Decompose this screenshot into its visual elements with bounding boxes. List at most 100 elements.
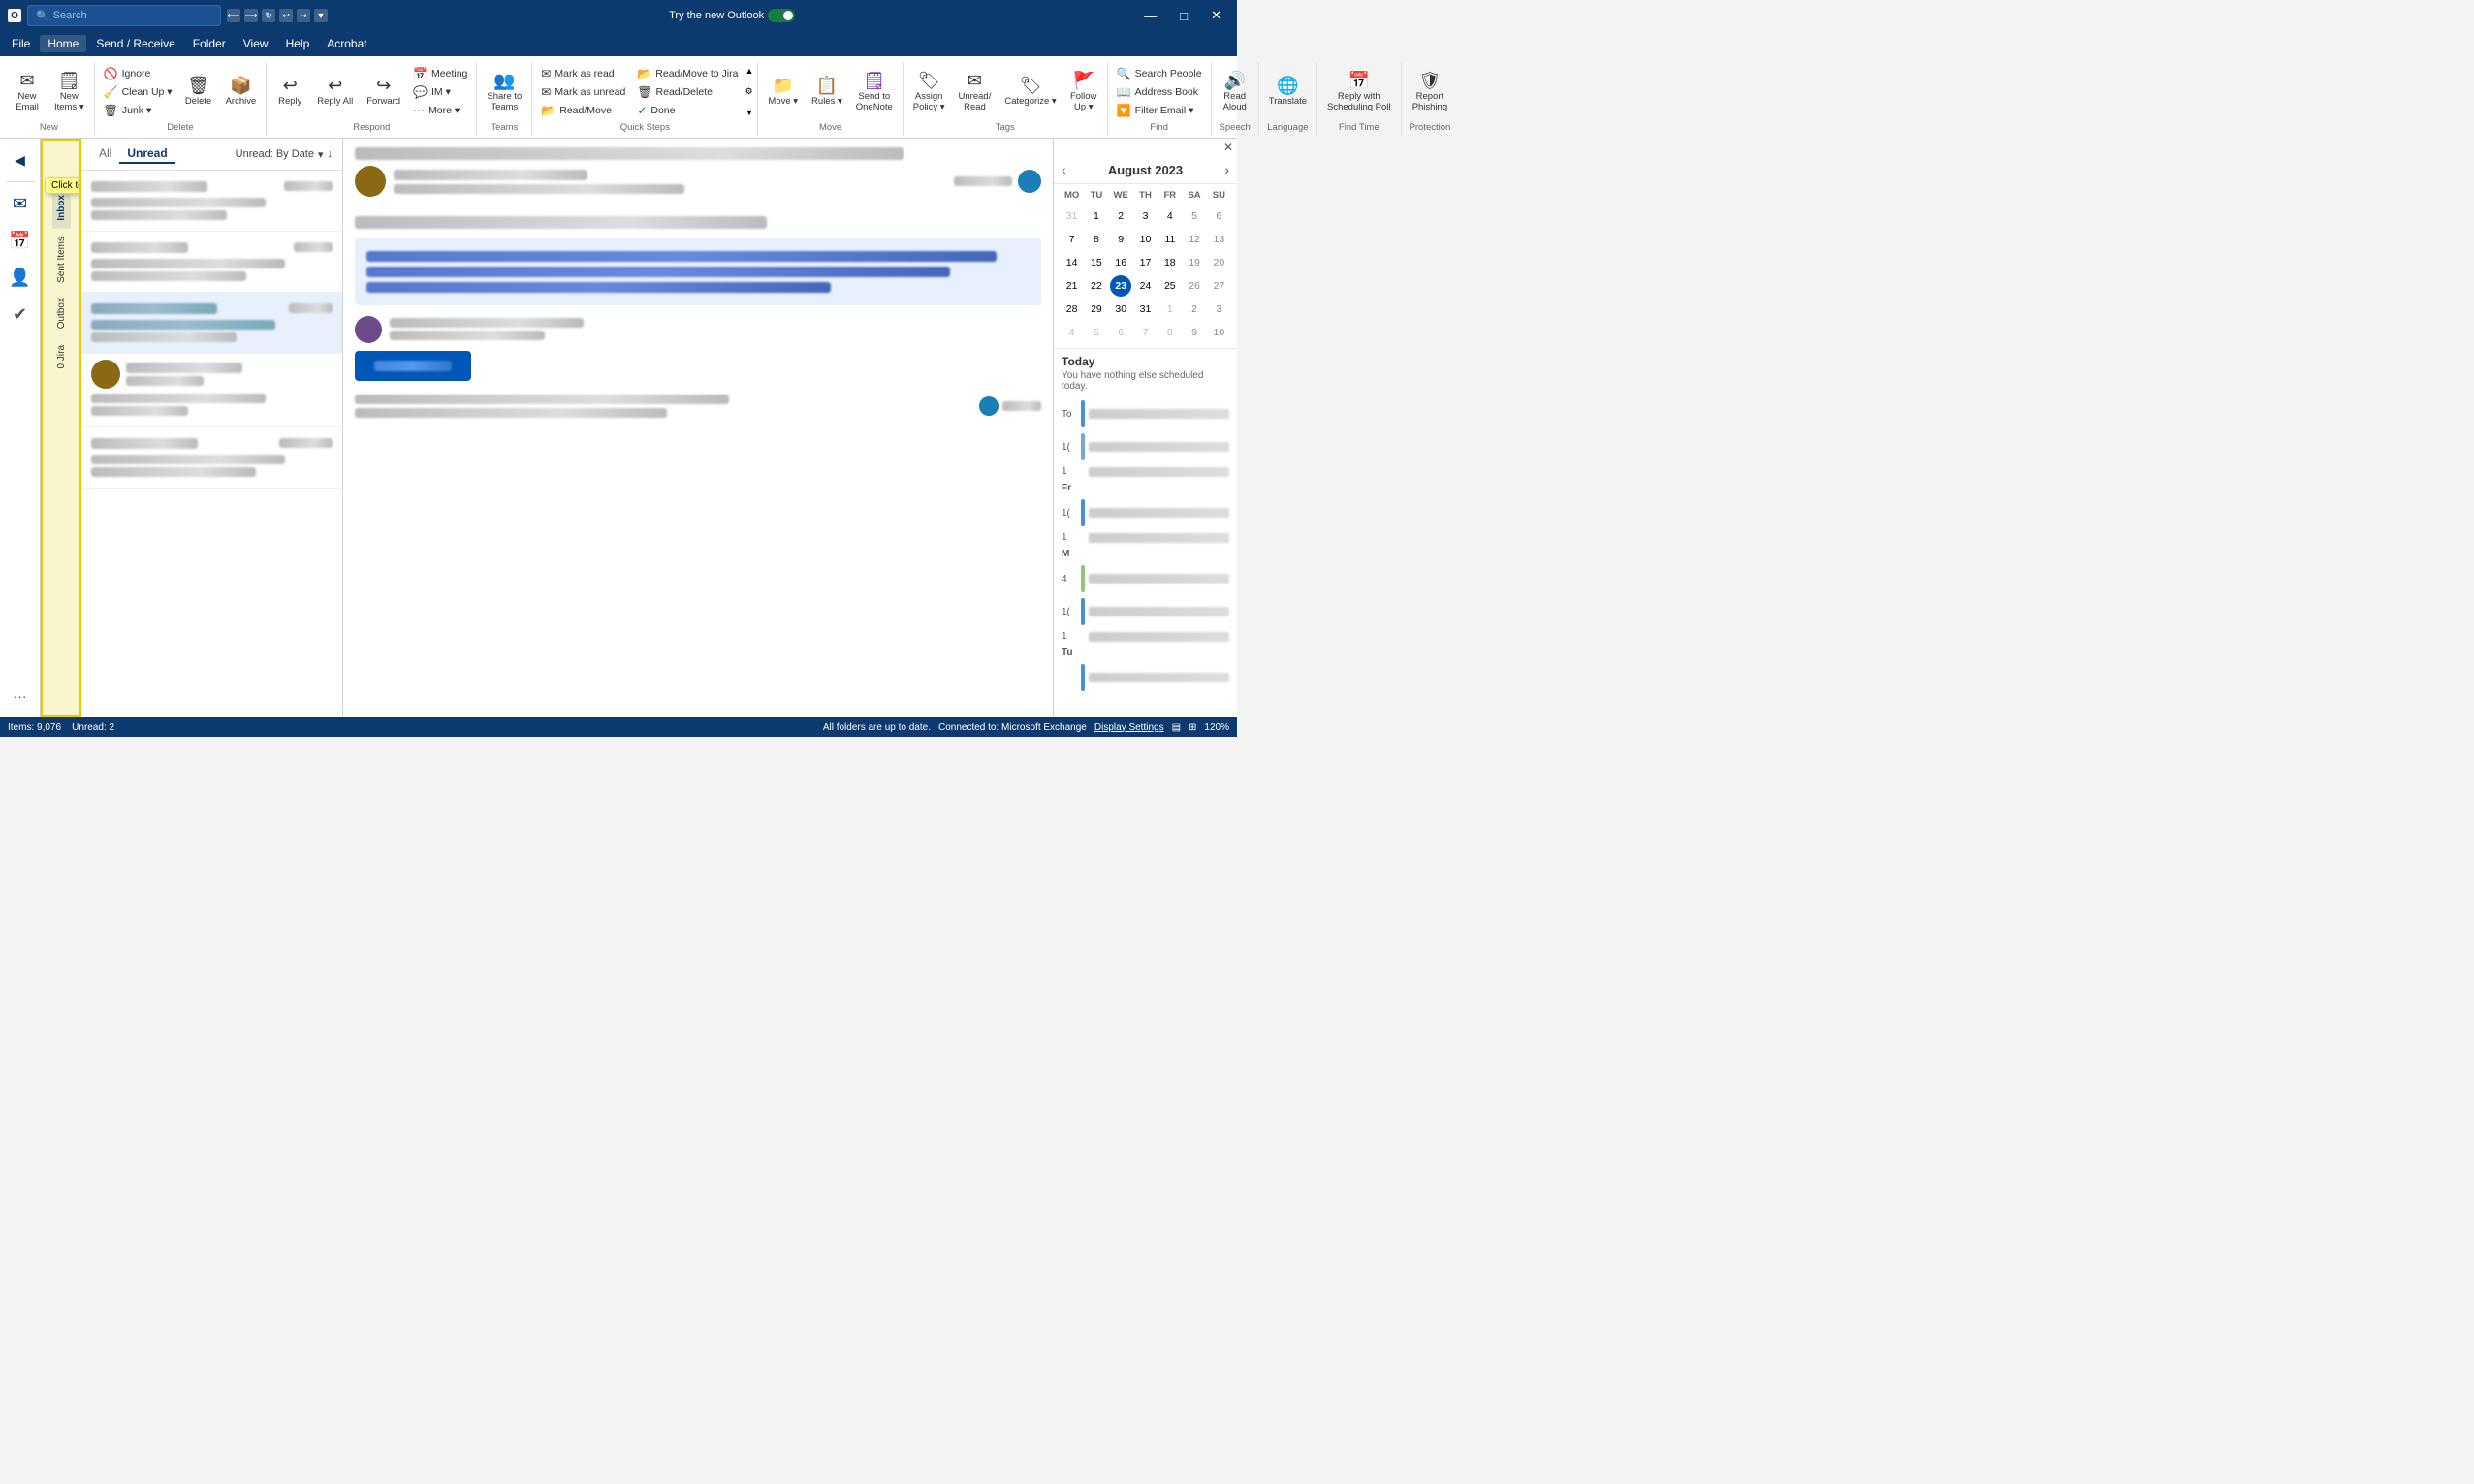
folder-sent-items[interactable]: Sent Items bbox=[52, 229, 71, 291]
cal-day-10[interactable]: 10 bbox=[1134, 229, 1156, 250]
reply-button[interactable]: ↩ Reply bbox=[270, 73, 309, 111]
email-item-2[interactable] bbox=[81, 232, 342, 293]
cal-day-2[interactable]: 2 bbox=[1110, 205, 1131, 227]
folder-outbox[interactable]: Outbox bbox=[52, 290, 71, 336]
cal-day-20[interactable]: 20 bbox=[1208, 252, 1229, 273]
forward-icon[interactable]: ⟶ bbox=[244, 9, 258, 22]
cal-day-16[interactable]: 16 bbox=[1110, 252, 1131, 273]
view-icon-1[interactable]: ▤ bbox=[1172, 722, 1181, 733]
cal-day-22[interactable]: 22 bbox=[1086, 275, 1107, 297]
translate-button[interactable]: 🌐 Translate bbox=[1263, 73, 1313, 111]
read-delete-button[interactable]: 🗑 Read/Delete bbox=[632, 83, 743, 101]
ignore-button[interactable]: 🚫 Ignore bbox=[99, 65, 177, 82]
send-to-onenote-button[interactable]: 🗒 Send toOneNote bbox=[850, 68, 899, 116]
close-button[interactable]: ✕ bbox=[1203, 8, 1229, 23]
cal-day-31[interactable]: 31 bbox=[1134, 299, 1156, 320]
scheduling-poll-button[interactable]: 📅 Reply withScheduling Poll bbox=[1321, 68, 1397, 116]
cal-day-2-next[interactable]: 2 bbox=[1184, 299, 1205, 320]
filter-email-button[interactable]: 🔽 Filter Email ▾ bbox=[1112, 102, 1207, 119]
read-move-button[interactable]: 📂 Read/Move bbox=[536, 102, 630, 119]
unread-read-button[interactable]: ✉ Unread/Read bbox=[953, 68, 998, 116]
view-icon-2[interactable]: ⊞ bbox=[1189, 722, 1196, 733]
more-respond-button[interactable]: ⋯ More ▾ bbox=[408, 102, 472, 119]
assign-policy-button[interactable]: 🏷 AssignPolicy ▾ bbox=[907, 68, 951, 116]
nav-settings-icon[interactable]: ◀ bbox=[3, 142, 38, 177]
junk-button[interactable]: 🗑 Junk ▾ bbox=[99, 102, 177, 119]
email-item-1[interactable] bbox=[81, 171, 342, 232]
address-book-button[interactable]: 📖 Address Book bbox=[1112, 83, 1207, 101]
follow-up-button[interactable]: 🚩 FollowUp ▾ bbox=[1064, 68, 1103, 116]
cal-day-3[interactable]: 3 bbox=[1134, 205, 1156, 227]
clean-up-button[interactable]: 🧹 Clean Up ▾ bbox=[99, 83, 177, 101]
read-move-jira-button[interactable]: 📂 Read/Move to Jira bbox=[632, 65, 743, 82]
cal-day-24[interactable]: 24 bbox=[1134, 275, 1156, 297]
menu-home[interactable]: Home bbox=[40, 35, 86, 52]
undo-icon[interactable]: ↩ bbox=[279, 9, 293, 22]
cal-day-1-next[interactable]: 1 bbox=[1159, 299, 1181, 320]
archive-button[interactable]: 📦 Archive bbox=[220, 73, 263, 111]
nav-people-icon[interactable]: 👤 bbox=[3, 260, 38, 295]
more-icon[interactable]: ▼ bbox=[314, 9, 328, 22]
calendar-close-icon[interactable]: ✕ bbox=[1223, 141, 1233, 154]
menu-help[interactable]: Help bbox=[278, 35, 318, 52]
cal-day-4-next[interactable]: 4 bbox=[1062, 322, 1083, 343]
meeting-button[interactable]: 📅 Meeting bbox=[408, 65, 472, 82]
cal-day-4[interactable]: 4 bbox=[1159, 205, 1181, 227]
done-button[interactable]: ✓ Done bbox=[632, 102, 743, 119]
cal-prev-button[interactable]: ‹ bbox=[1062, 162, 1066, 177]
report-phishing-button[interactable]: 🛡 ReportPhishing bbox=[1407, 68, 1453, 116]
nav-calendar-icon[interactable]: 📅 bbox=[3, 223, 38, 258]
cal-day-11[interactable]: 11 bbox=[1159, 229, 1181, 250]
cal-next-button[interactable]: › bbox=[1224, 162, 1229, 177]
cal-day-13[interactable]: 13 bbox=[1208, 229, 1229, 250]
email-item-3[interactable] bbox=[81, 293, 342, 354]
reply-all-button[interactable]: ↩ Reply All bbox=[311, 73, 359, 111]
menu-file[interactable]: File bbox=[4, 35, 38, 52]
email-item-4[interactable] bbox=[81, 354, 342, 427]
minimize-button[interactable]: — bbox=[1136, 9, 1164, 23]
redo-icon[interactable]: ↪ bbox=[297, 9, 310, 22]
menu-folder[interactable]: Folder bbox=[185, 35, 234, 52]
email-cta-button[interactable] bbox=[355, 351, 471, 381]
cal-day-8[interactable]: 8 bbox=[1086, 229, 1107, 250]
outlook-toggle[interactable] bbox=[768, 9, 795, 22]
cal-day-9[interactable]: 9 bbox=[1110, 229, 1131, 250]
tab-unread[interactable]: Unread bbox=[119, 144, 174, 164]
cal-day-27[interactable]: 27 bbox=[1208, 275, 1229, 297]
im-button[interactable]: 💬 IM ▾ bbox=[408, 83, 472, 101]
cal-day-18[interactable]: 18 bbox=[1159, 252, 1181, 273]
cal-day-26[interactable]: 26 bbox=[1184, 275, 1205, 297]
search-people-button[interactable]: 🔍 Search People bbox=[1112, 65, 1207, 82]
new-items-button[interactable]: 🗒 NewItems ▾ bbox=[48, 68, 90, 116]
mark-as-read-button[interactable]: ✉ Mark as read bbox=[536, 65, 630, 82]
share-to-teams-button[interactable]: 👥 Share toTeams bbox=[481, 68, 527, 116]
nav-mail-icon[interactable]: ✉ bbox=[3, 186, 38, 221]
cal-day-10-next[interactable]: 10 bbox=[1208, 322, 1229, 343]
cal-day-17[interactable]: 17 bbox=[1134, 252, 1156, 273]
cal-day-7[interactable]: 7 bbox=[1062, 229, 1083, 250]
cal-day-25[interactable]: 25 bbox=[1159, 275, 1181, 297]
back-icon[interactable]: ⟵ bbox=[227, 9, 240, 22]
cal-day-5-next[interactable]: 5 bbox=[1086, 322, 1107, 343]
nav-tasks-icon[interactable]: ✔ bbox=[3, 297, 38, 332]
cal-day-5[interactable]: 5 bbox=[1184, 205, 1205, 227]
cal-day-14[interactable]: 14 bbox=[1062, 252, 1083, 273]
maximize-button[interactable]: □ bbox=[1172, 9, 1195, 23]
cal-day-19[interactable]: 19 bbox=[1184, 252, 1205, 273]
display-settings[interactable]: Display Settings bbox=[1094, 722, 1164, 733]
search-bar[interactable]: 🔍 Search bbox=[27, 5, 221, 26]
cal-day-7-next[interactable]: 7 bbox=[1134, 322, 1156, 343]
cal-day-12[interactable]: 12 bbox=[1184, 229, 1205, 250]
forward-button[interactable]: ↪ Forward bbox=[361, 73, 406, 111]
cal-day-23-today[interactable]: 23 bbox=[1110, 275, 1131, 297]
cal-day-28[interactable]: 28 bbox=[1062, 299, 1083, 320]
cal-day-8-next[interactable]: 8 bbox=[1159, 322, 1181, 343]
categorize-button[interactable]: 🏷 Categorize ▾ bbox=[999, 73, 1062, 111]
cal-day-31-prev[interactable]: 31 bbox=[1062, 205, 1083, 227]
email-item-5[interactable] bbox=[81, 427, 342, 489]
cal-day-1[interactable]: 1 bbox=[1086, 205, 1107, 227]
mark-as-unread-button[interactable]: ✉ Mark as unread bbox=[536, 83, 630, 101]
menu-acrobat[interactable]: Acrobat bbox=[319, 35, 374, 52]
quick-steps-collapse[interactable]: ▼ bbox=[745, 108, 753, 117]
quick-steps-settings[interactable]: ⚙ bbox=[745, 86, 753, 97]
